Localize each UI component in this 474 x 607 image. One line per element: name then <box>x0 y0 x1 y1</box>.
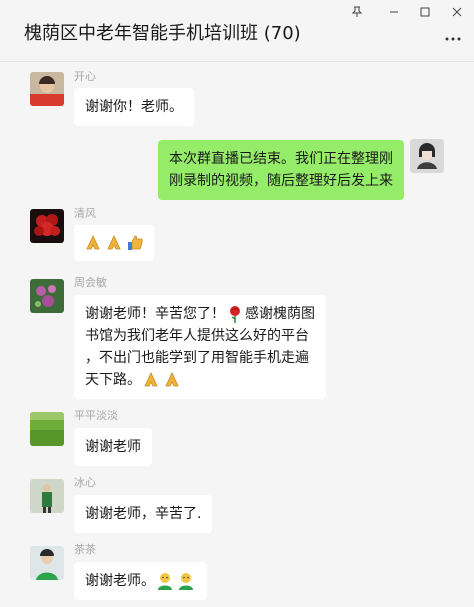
pray-hands-icon <box>107 235 121 250</box>
message-bubble[interactable]: 谢谢老师 <box>74 428 152 466</box>
thumbs-up-icon <box>128 235 143 250</box>
message-bubble[interactable]: 谢谢老师。 <box>74 562 207 600</box>
close-icon[interactable] <box>445 3 469 21</box>
sender-name: 冰心 <box>74 476 96 489</box>
avatar[interactable] <box>30 209 64 243</box>
rose-icon <box>230 306 240 323</box>
minimize-icon[interactable] <box>382 3 406 21</box>
avatar[interactable] <box>30 279 64 313</box>
sender-name: 周会敏 <box>74 276 107 289</box>
message-bubble[interactable]: 谢谢你！老师。 <box>74 88 194 126</box>
message-bubble-self[interactable]: 本次群直播已结束。我们正在整理刚 刚录制的视频，随后整理好后发上来 <box>158 140 404 200</box>
message-text: 谢谢老师，辛苦了. <box>85 506 202 522</box>
avatar[interactable] <box>30 72 64 106</box>
avatar-self[interactable] <box>410 139 444 173</box>
pin-icon[interactable] <box>345 3 369 21</box>
message-bubble[interactable]: 谢谢老师，辛苦了. <box>74 495 213 533</box>
title-bar: 槐荫区中老年智能手机培训班 (70) <box>0 0 474 62</box>
sender-name: 清风 <box>74 207 96 220</box>
message-text: 谢谢老师。 <box>85 573 155 589</box>
sender-name: 开心 <box>74 70 96 83</box>
pray-hands-icon <box>86 235 100 250</box>
message-text: 感谢槐荫图 <box>245 306 315 322</box>
message-text: 刚录制的视频，随后整理好后发上来 <box>169 173 393 189</box>
pray-hands-icon <box>144 372 158 387</box>
sender-name: 茶茶 <box>74 543 96 556</box>
message-text: ，不出门也能学到了用智能手机走遍 <box>85 350 309 366</box>
message-text: 谢谢老师 <box>85 439 141 455</box>
maximize-icon[interactable] <box>413 3 437 21</box>
sender-name: 平平淡淡 <box>74 409 118 422</box>
green-emoji-person-icon <box>158 573 172 590</box>
message-text: 谢谢你！老师。 <box>85 99 183 115</box>
message-bubble[interactable] <box>74 225 154 261</box>
message-bubble[interactable]: 谢谢老师！辛苦您了！ 感谢槐荫图 书馆为我们老年人提供这么好的平台 ，不出门也能学… <box>74 295 326 399</box>
avatar[interactable] <box>30 412 64 446</box>
green-emoji-person-icon <box>179 573 193 590</box>
message-text: 谢谢老师！辛苦您了！ <box>85 306 225 322</box>
message-text: 本次群直播已结束。我们正在整理刚 <box>169 151 393 167</box>
pray-hands-icon <box>165 372 179 387</box>
avatar[interactable] <box>30 479 64 513</box>
message-list[interactable]: 开心 谢谢你！老师。 本次群直播已结束。我们正在整理刚 刚录制的视频，随后整理好… <box>0 62 474 607</box>
avatar[interactable] <box>30 546 64 580</box>
message-text: 书馆为我们老年人提供这么好的平台 <box>85 328 309 344</box>
chat-title: 槐荫区中老年智能手机培训班 (70) <box>24 23 301 44</box>
ellipsis-icon[interactable] <box>444 30 462 48</box>
message-text: 天下路。 <box>85 372 141 388</box>
